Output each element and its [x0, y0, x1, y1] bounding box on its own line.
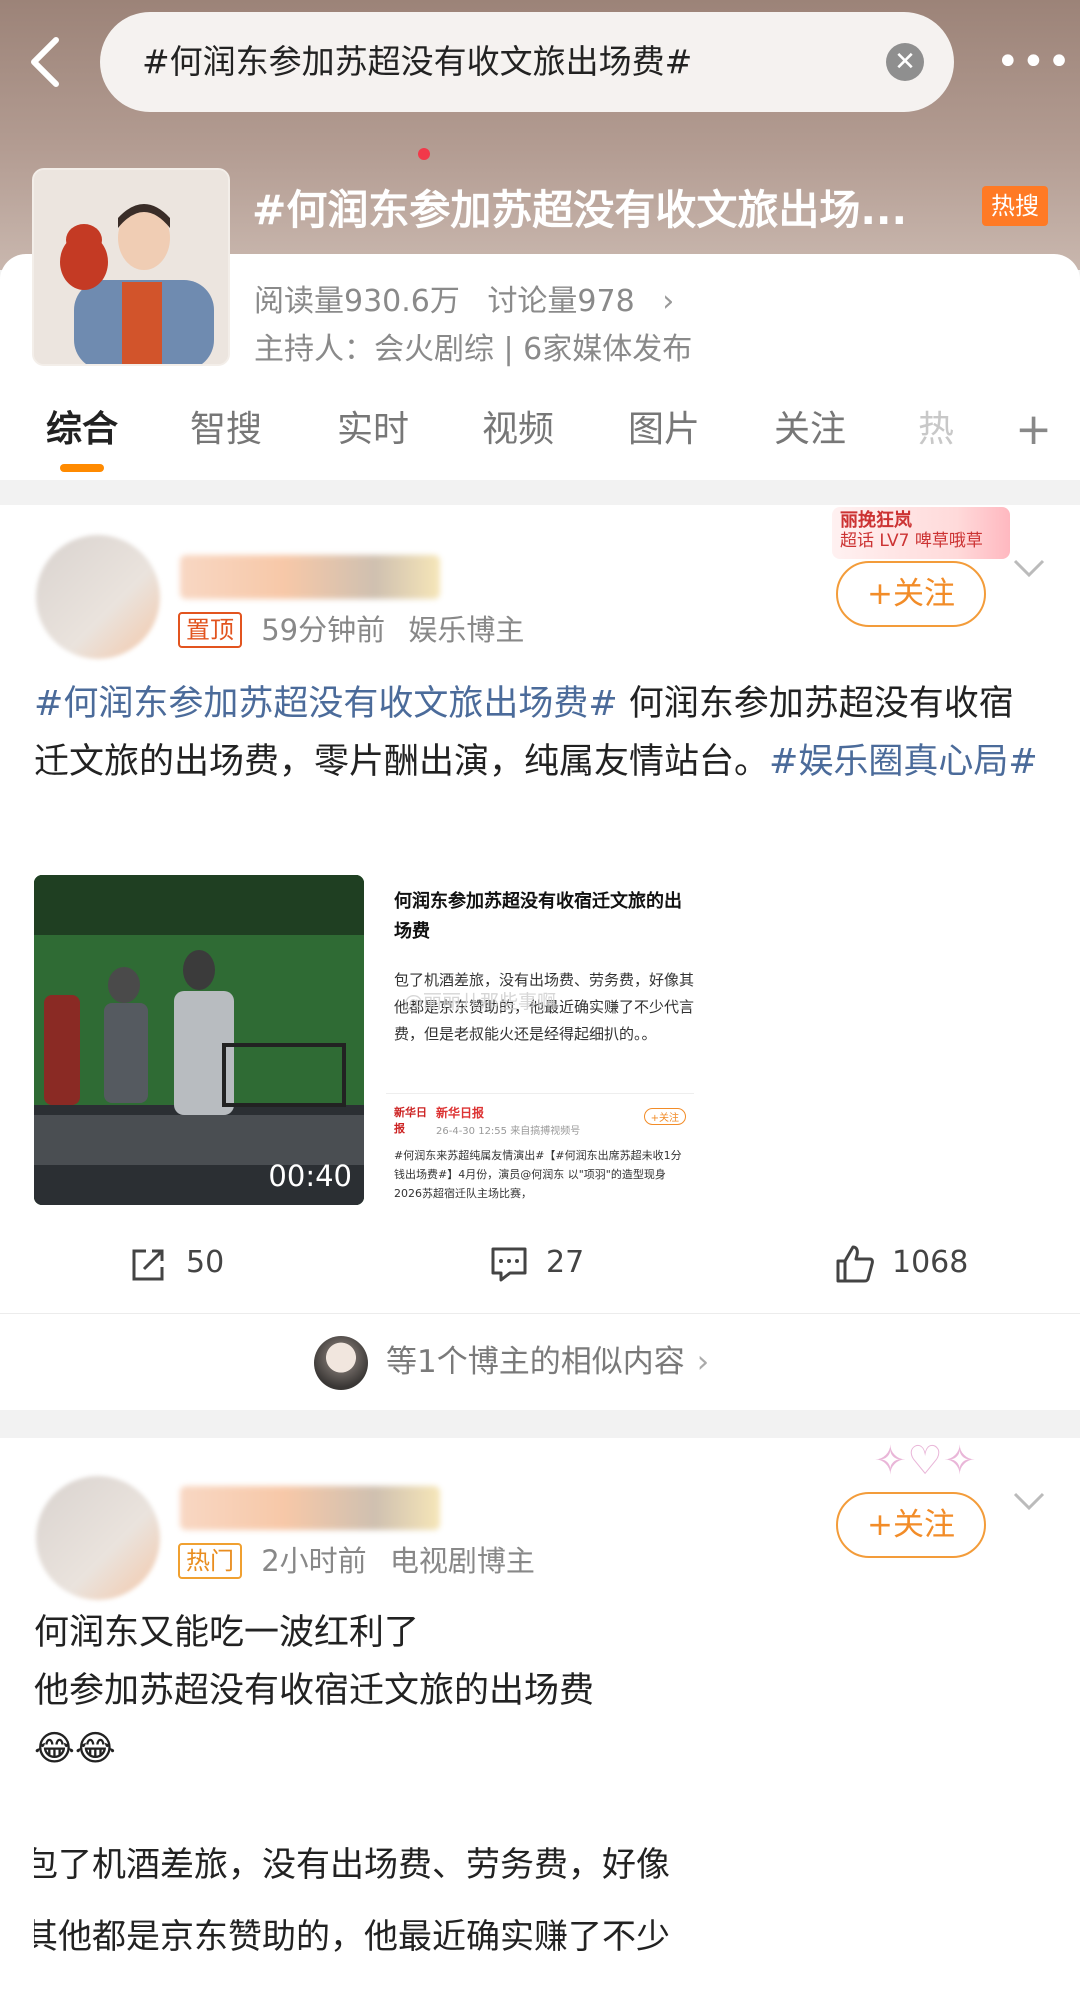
emoji-laughing: 😂😂 [34, 1729, 116, 1769]
avatar [314, 1336, 368, 1390]
hot-tag: 热门 [178, 1543, 242, 1579]
source-logo: 新华日报 [394, 1106, 427, 1135]
post-text: #何润东参加苏超没有收文旅出场费# 何润东参加苏超没有收宿迁文旅的出场费，零片酬… [34, 675, 1044, 791]
comment-icon [491, 1247, 527, 1281]
fan-badge: 丽挽狂岚 超话 LV7 啤草哦草 [832, 507, 1010, 559]
article-screenshot[interactable]: 何润东参加苏超没有收宿迁文旅的出场费 包了机酒差旅，没有出场费、劳务费，好像其他… [372, 875, 702, 1205]
similar-content-label: 等1个博主的相似内容 › [386, 1344, 710, 1380]
discussion-count: 讨论量978 [487, 284, 635, 319]
topic-cover-image[interactable] [32, 168, 230, 366]
decoration-icon: ✧♡✧ [873, 1438, 977, 1484]
source-name: 新华日报 [436, 1106, 485, 1120]
watermark: @丽丽儿那些事啊 [404, 991, 557, 1013]
avatar[interactable] [36, 1476, 160, 1600]
more-icon[interactable]: ••• [996, 40, 1071, 84]
post-time: 2小时前 [261, 1544, 367, 1578]
tab-bar: 综合 智搜 实时 视频 图片 关注 热 [0, 400, 1080, 480]
video-thumbnail[interactable]: 00:40 [34, 875, 364, 1205]
source-follow: +关注 [643, 1108, 686, 1125]
like-button[interactable]: 1068 [834, 1221, 968, 1305]
topic-title[interactable]: #何润东参加苏超没有收文旅出场... [252, 176, 907, 236]
comment-count: 27 [546, 1245, 585, 1280]
topic-host: 主持人：会火剧综 | 6家媒体发布 [254, 332, 693, 367]
like-count: 1068 [892, 1245, 969, 1280]
chevron-down-icon[interactable] [1012, 1490, 1046, 1512]
post-line: 他参加苏超没有收宿迁文旅的出场费 [34, 1671, 595, 1711]
fan-badge-level: 超话 LV7 啤草哦草 [840, 531, 983, 551]
avatar[interactable] [36, 535, 160, 659]
quoted-image[interactable]: 包了机酒差旅，没有出场费、劳务费，好像 其他都是京东赞助的，他最近确实赚了不少 [34, 1811, 700, 1995]
tab-hot[interactable]: 热 [918, 400, 954, 480]
article-title: 何润东参加苏超没有收宿迁文旅的出场费 [394, 891, 682, 942]
similar-content-row[interactable]: 等1个博主的相似内容 › [0, 1313, 1080, 1410]
media-row: 00:40 何润东参加苏超没有收宿迁文旅的出场费 包了机酒差旅，没有出场费、劳务… [34, 875, 702, 1205]
chevron-down-icon[interactable] [1012, 557, 1046, 579]
repost-count: 50 [186, 1245, 225, 1280]
weibo-post: 热门 2小时前 电视剧博主 ✧♡✧ +关注 何润东又能吃一波红利了 他参加苏超没… [0, 1438, 1080, 1995]
post-line: 何润东又能吃一波红利了 [34, 1613, 420, 1653]
weibo-post: 置顶 59分钟前 娱乐博主 丽挽狂岚 超话 LV7 啤草哦草 +关注 #何润东参… [0, 505, 1080, 1410]
post-meta: 置顶 59分钟前 娱乐博主 [178, 607, 524, 649]
chevron-right-icon: › [696, 1344, 710, 1380]
search-query: #何润东参加苏超没有收文旅出场费# [142, 42, 693, 81]
hashtag-link[interactable]: #娱乐圈真心局# [769, 742, 1038, 782]
chevron-right-icon: › [662, 284, 675, 319]
hashtag-link[interactable]: #何润东参加苏超没有收文旅出场费# [34, 684, 618, 724]
post-time: 59分钟前 [261, 613, 386, 647]
back-icon[interactable] [22, 34, 70, 90]
clear-icon[interactable]: ✕ [886, 43, 924, 81]
quote-line: 包了机酒差旅，没有出场费、劳务费，好像 [34, 1845, 670, 1885]
video-duration: 00:40 [268, 1159, 352, 1193]
realtime-notification-dot [418, 148, 430, 160]
author-type: 电视剧博主 [389, 1544, 535, 1578]
active-tab-indicator [60, 464, 104, 472]
follow-button[interactable]: +关注 [836, 561, 986, 627]
pinned-tag: 置顶 [178, 612, 242, 648]
repost-button[interactable]: 50 [128, 1221, 224, 1305]
search-input[interactable]: #何润东参加苏超没有收文旅出场费# ✕ [100, 12, 954, 112]
comment-button[interactable]: 27 [488, 1221, 584, 1305]
follow-button[interactable]: +关注 [836, 1492, 986, 1558]
username-blurred[interactable] [180, 1486, 440, 1530]
tab-smart-search[interactable]: 智搜 [190, 400, 262, 480]
topic-stats[interactable]: 阅读量930.6万 讨论量978 › [254, 276, 692, 320]
post-text: 何润东又能吃一波红利了 他参加苏超没有收宿迁文旅的出场费 😂😂 [34, 1604, 1044, 1778]
post-meta: 热门 2小时前 电视剧博主 [178, 1538, 535, 1580]
username-blurred[interactable] [180, 555, 440, 599]
read-count: 阅读量930.6万 [254, 284, 460, 319]
author-type: 娱乐博主 [408, 613, 525, 647]
tab-following[interactable]: 关注 [774, 400, 846, 480]
source-text: #何润东来苏超纯属友情演出#【#何润东出席苏超未收1分钱出场费#】4月份，演员@… [394, 1149, 682, 1200]
thumbs-up-icon [836, 1245, 874, 1282]
top-bar: #何润东参加苏超没有收文旅出场费# ✕ ••• [0, 10, 1080, 114]
hot-search-badge: 热搜 [982, 186, 1048, 226]
fan-badge-name: 丽挽狂岚 [840, 510, 912, 531]
tab-images[interactable]: 图片 [628, 400, 700, 480]
tab-realtime[interactable]: 实时 [337, 400, 409, 480]
quote-line: 其他都是京东赞助的，他最近确实赚了不少 [34, 1917, 670, 1957]
source-time: 26-4-30 12:55 来自搞搏视频号 [436, 1126, 581, 1137]
share-icon [132, 1249, 164, 1280]
tab-video[interactable]: 视频 [482, 400, 554, 480]
article-source-card: 新华日报 新华日报 26-4-30 12:55 来自搞搏视频号 +关注 #何润东… [386, 1093, 694, 1205]
post-actions: 50 27 1068 [0, 1221, 1080, 1305]
add-tab-icon[interactable]: + [1015, 400, 1052, 460]
